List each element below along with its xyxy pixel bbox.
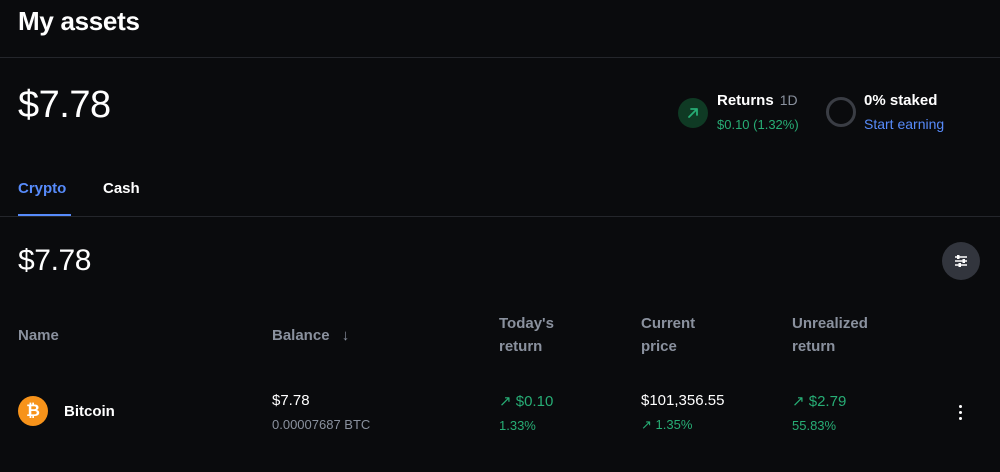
asset-name[interactable]: Bitcoin (64, 403, 115, 420)
current-price: $101,356.55 (641, 392, 725, 409)
arrow-up-right-icon: ↗ (499, 393, 516, 410)
returns-summary[interactable]: Returns 1D $0.10 (1.32%) (678, 92, 799, 132)
returns-label: Returns (717, 92, 774, 109)
bitcoin-glyph: ₿ (26, 401, 40, 420)
column-current-price-line2: price (641, 338, 677, 355)
filter-button[interactable] (942, 242, 980, 280)
column-name: Name (18, 327, 59, 344)
ring-icon (826, 97, 856, 127)
balance-crypto: 0.00007687 BTC (272, 417, 371, 432)
crypto-balance: $7.78 (18, 244, 92, 277)
header-divider (0, 57, 1000, 58)
bitcoin-icon: ₿ (18, 396, 48, 426)
staked-label: 0% staked (864, 92, 938, 109)
page-title: My assets (18, 6, 140, 36)
tabs-divider (0, 216, 1000, 217)
column-todays-return-line2: return (499, 338, 543, 355)
balance-fiat: $7.78 (272, 392, 310, 409)
staking-summary: 0% staked Start earning (826, 92, 944, 132)
column-unrealized-return: Unrealized return (792, 312, 868, 358)
unrealized-return-cell: ↗ $2.79 55.83% (792, 392, 846, 433)
returns-period: 1D (779, 92, 798, 108)
todays-return-pct: 1.33% (499, 418, 536, 433)
unrealized-pct: 55.83% (792, 418, 837, 433)
balance-cell: $7.78 0.00007687 BTC (272, 392, 370, 432)
start-earning-link[interactable]: Start earning (864, 116, 944, 132)
column-todays-return-line1: Today's (499, 315, 554, 332)
column-unrealized-return-line2: return (792, 338, 836, 355)
todays-return-cell: ↗ $0.10 1.33% (499, 392, 553, 433)
column-current-price: Current price (641, 312, 695, 358)
sort-arrow-icon: ↓ (341, 327, 350, 344)
column-balance[interactable]: Balance ↓ (272, 324, 349, 347)
column-current-price-line1: Current (641, 315, 696, 332)
more-vertical-icon[interactable] (950, 400, 970, 424)
returns-value: $0.10 (1.32%) (717, 117, 799, 132)
unrealized-value: $2.79 (808, 393, 847, 410)
arrow-up-right-icon: ↗ (641, 417, 656, 432)
tab-crypto[interactable]: Crypto (18, 180, 66, 197)
total-balance: $7.78 (18, 84, 111, 126)
column-todays-return: Today's return (499, 312, 554, 358)
tab-cash[interactable]: Cash (103, 180, 140, 197)
column-balance-label: Balance (272, 327, 330, 344)
sliders-icon (955, 255, 967, 267)
price-change: 1.35% (655, 417, 693, 432)
arrow-up-right-icon: ↗ (792, 393, 809, 410)
arrow-up-right-icon (678, 98, 708, 128)
current-price-cell: $101,356.55 ↗ 1.35% (641, 392, 724, 433)
column-unrealized-return-line1: Unrealized (792, 315, 868, 332)
todays-return-value: $0.10 (515, 393, 554, 410)
